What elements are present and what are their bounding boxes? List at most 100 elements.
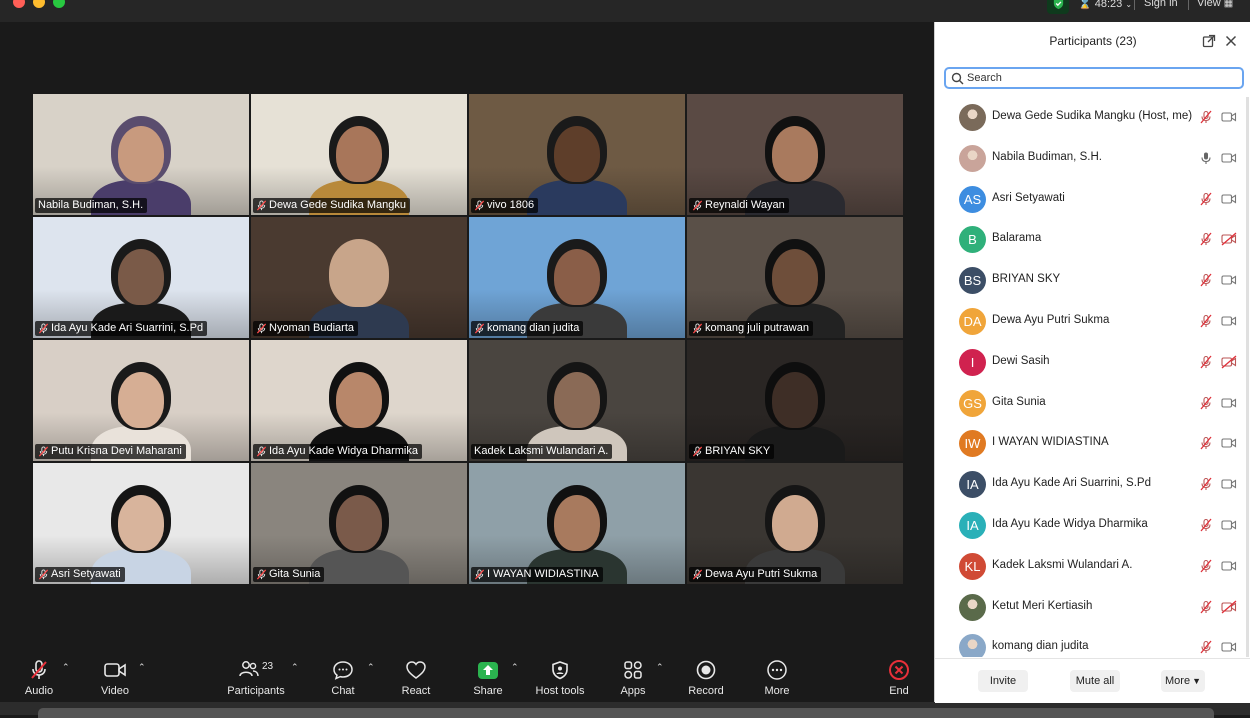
video-tile[interactable]: Kadek Laksmi Wulandari A. xyxy=(469,340,685,461)
react-button[interactable]: React xyxy=(397,656,435,702)
video-camera-icon[interactable] xyxy=(1221,477,1237,491)
chat-button[interactable]: Chat xyxy=(325,656,361,702)
participant-row[interactable]: BS BRIYAN SKY xyxy=(935,260,1250,300)
video-camera-icon[interactable] xyxy=(1221,559,1237,573)
muted-microphone-icon[interactable] xyxy=(1199,232,1213,246)
video-tile[interactable]: Asri Setyawati xyxy=(33,463,249,584)
muted-microphone-icon[interactable] xyxy=(1199,273,1213,287)
muted-microphone-icon[interactable] xyxy=(1199,314,1213,328)
video-camera-icon[interactable] xyxy=(1221,151,1237,165)
muted-microphone-icon[interactable] xyxy=(1199,192,1213,206)
camera-off-icon[interactable] xyxy=(1221,600,1237,614)
chat-options-caret[interactable]: ⌃ xyxy=(367,662,375,673)
apps-button[interactable]: Apps xyxy=(615,656,651,702)
share-options-caret[interactable]: ⌃ xyxy=(511,662,519,673)
host-tools-button[interactable]: Host tools xyxy=(530,656,590,702)
participant-name: Asri Setyawati xyxy=(51,568,121,580)
participant-name: BRIYAN SKY xyxy=(992,273,1061,286)
participant-name-tag: Nabila Budiman, S.H. xyxy=(35,198,148,213)
participant-row[interactable]: Ketut Meri Kertiasih xyxy=(935,587,1250,627)
video-options-caret[interactable]: ⌃ xyxy=(138,662,146,673)
minimize-window-button[interactable] xyxy=(33,0,45,8)
video-tile[interactable]: Ida Ayu Kade Widya Dharmika xyxy=(251,340,467,461)
muted-microphone-icon[interactable] xyxy=(1199,600,1213,614)
camera-off-icon[interactable] xyxy=(1221,232,1237,246)
muted-microphone-icon[interactable] xyxy=(1199,640,1213,654)
video-camera-icon[interactable] xyxy=(1221,314,1237,328)
more-button[interactable]: More xyxy=(760,656,794,702)
video-tile[interactable]: Reynaldi Wayan xyxy=(687,94,903,215)
muted-microphone-icon[interactable] xyxy=(1199,477,1213,491)
apps-options-caret[interactable]: ⌃ xyxy=(656,662,664,673)
audio-options-caret[interactable]: ⌃ xyxy=(62,662,70,673)
video-camera-icon[interactable] xyxy=(1221,110,1237,124)
avatar xyxy=(959,104,986,131)
video-camera-icon[interactable] xyxy=(1221,640,1237,654)
participant-name: Reynaldi Wayan xyxy=(705,199,785,211)
video-tile[interactable]: BRIYAN SKY xyxy=(687,340,903,461)
meeting-timer[interactable]: ⌛ 48:23 ⌄ xyxy=(1078,0,1132,10)
participants-options-caret[interactable]: ⌃ xyxy=(291,662,299,673)
participant-row[interactable]: KL Kadek Laksmi Wulandari A. xyxy=(935,546,1250,586)
video-tile[interactable]: Nyoman Budiarta xyxy=(251,217,467,338)
participant-row[interactable]: GS Gita Sunia xyxy=(935,383,1250,423)
participant-row[interactable]: B Balarama xyxy=(935,219,1250,259)
muted-microphone-icon[interactable] xyxy=(1199,436,1213,450)
sign-in-link[interactable]: Sign in xyxy=(1144,0,1178,9)
search-input[interactable] xyxy=(967,70,1227,85)
camera-off-icon[interactable] xyxy=(1221,355,1237,369)
video-camera-icon[interactable] xyxy=(1221,436,1237,450)
avatar: IA xyxy=(959,512,986,539)
video-tile[interactable]: Dewa Ayu Putri Sukma xyxy=(687,463,903,584)
participant-name: Dewa Gede Sudika Mangku xyxy=(269,199,406,211)
participant-row[interactable]: I Dewi Sasih xyxy=(935,342,1250,382)
video-camera-icon[interactable] xyxy=(1221,396,1237,410)
video-camera-icon[interactable] xyxy=(1221,273,1237,287)
security-shield-icon[interactable] xyxy=(1047,0,1069,14)
invite-button[interactable]: Invite xyxy=(978,670,1028,692)
participant-row[interactable]: IA Ida Ayu Kade Ari Suarrini, S.Pd xyxy=(935,464,1250,504)
participant-row[interactable]: Dewa Gede Sudika Mangku (Host, me) xyxy=(935,97,1250,137)
close-icon[interactable] xyxy=(1224,34,1238,48)
participant-row[interactable]: IA Ida Ayu Kade Widya Dharmika xyxy=(935,505,1250,545)
participant-row[interactable]: IW I WAYAN WIDIASTINA xyxy=(935,423,1250,463)
participants-button[interactable]: 23 Participants xyxy=(224,656,288,702)
participant-row[interactable]: DA Dewa Ayu Putri Sukma xyxy=(935,301,1250,341)
mute-all-button[interactable]: Mute all xyxy=(1070,670,1120,692)
video-tile[interactable]: Ida Ayu Kade Ari Suarrini, S.Pd xyxy=(33,217,249,338)
muted-microphone-icon[interactable] xyxy=(1199,355,1213,369)
video-camera-icon[interactable] xyxy=(1221,518,1237,532)
video-camera-icon[interactable] xyxy=(1221,192,1237,206)
muted-microphone-icon[interactable] xyxy=(1199,559,1213,573)
avatar: GS xyxy=(959,389,986,417)
search-icon xyxy=(951,72,964,85)
pop-out-icon[interactable] xyxy=(1202,34,1216,48)
video-tile[interactable]: Dewa Gede Sudika Mangku xyxy=(251,94,467,215)
participant-row[interactable]: AS Asri Setyawati xyxy=(935,179,1250,219)
microphone-icon[interactable] xyxy=(1199,151,1213,165)
participant-row[interactable]: komang dian judita xyxy=(935,627,1250,657)
video-tile[interactable]: vivo 1806 xyxy=(469,94,685,215)
video-tile[interactable]: komang juli putrawan xyxy=(687,217,903,338)
audio-button[interactable]: Audio xyxy=(18,656,60,702)
video-tile[interactable]: Gita Sunia xyxy=(251,463,467,584)
end-meeting-button[interactable]: End xyxy=(882,656,916,702)
record-button[interactable]: Record xyxy=(686,656,726,702)
video-tile[interactable]: Putu Krisna Devi Maharani xyxy=(33,340,249,461)
muted-microphone-icon[interactable] xyxy=(1199,518,1213,532)
participant-face xyxy=(772,249,818,305)
video-tile[interactable]: Nabila Budiman, S.H. xyxy=(33,94,249,215)
muted-microphone-icon[interactable] xyxy=(1199,110,1213,124)
avatar: IA xyxy=(959,471,986,499)
zoom-window-button[interactable] xyxy=(53,0,65,8)
close-window-button[interactable] xyxy=(13,0,25,8)
view-menu-button[interactable]: View ▦ xyxy=(1197,0,1233,9)
participant-row[interactable]: Nabila Budiman, S.H. xyxy=(935,138,1250,178)
video-button[interactable]: Video xyxy=(94,656,136,702)
share-button[interactable]: Share xyxy=(470,656,506,702)
video-tile[interactable]: komang dian judita xyxy=(469,217,685,338)
video-tile[interactable]: I WAYAN WIDIASTINA xyxy=(469,463,685,584)
more-options-button[interactable]: More ▼ xyxy=(1161,670,1205,692)
muted-mic-icon xyxy=(256,446,267,457)
muted-microphone-icon[interactable] xyxy=(1199,396,1213,410)
